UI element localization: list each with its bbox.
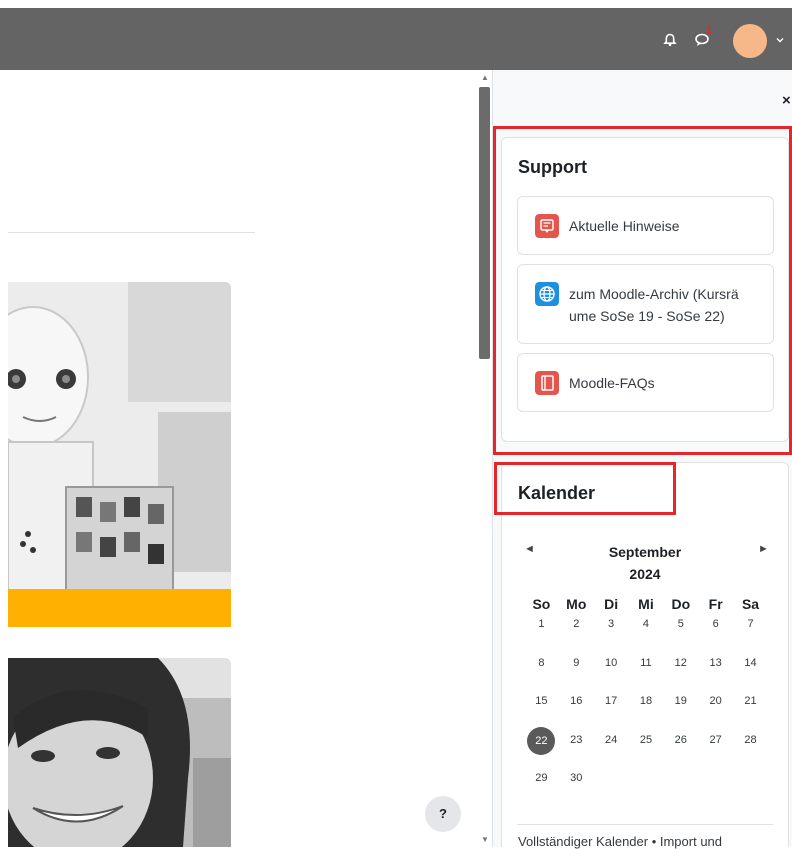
calendar-week-row: 1 2 3 4 5 6 7 [524,614,768,653]
highlight-box-support [493,126,792,455]
calendar-week-row: 29 30 [524,768,768,807]
scrollbar-thumb[interactable] [479,87,490,359]
browser-top-strip [0,0,792,8]
calendar-day[interactable]: 13 [698,653,733,692]
weekday-header: Di [604,596,619,612]
calendar-day[interactable]: 3 [594,614,629,653]
notification-count-badge: 1 [706,25,712,36]
weekday-header: Mi [638,596,654,612]
calendar-day[interactable]: 25 [629,730,664,769]
calendar-day[interactable]: 29 [524,768,559,807]
chevron-down-icon[interactable] [776,36,784,44]
bell-icon[interactable] [663,33,677,47]
calendar-day[interactable]: 12 [663,653,698,692]
calendar-day[interactable]: 10 [594,653,629,692]
weekday-header: Sa [741,596,760,612]
weekday-header-row: So Mo Di Mi Do Fr Sa [524,594,768,614]
calendar-day[interactable]: 16 [559,691,594,730]
calendar-day [733,768,768,807]
calendar-day[interactable]: 23 [559,730,594,769]
weekday-header: Do [671,596,691,612]
today-marker[interactable]: 22 [527,726,556,755]
next-month-arrow-icon[interactable]: ► [758,543,769,555]
calendar-month-year[interactable]: September 2024 [570,541,720,585]
calendar-day[interactable]: 28 [733,730,768,769]
calendar-footer-divider [517,824,773,825]
calendar-year: 2024 [629,566,661,582]
course-card-color-band [8,589,231,627]
calendar-day[interactable]: 30 [559,768,594,807]
calendar-day [594,768,629,807]
scroll-up-arrow-icon[interactable]: ▲ [481,73,489,82]
calendar-day[interactable]: 5 [663,614,698,653]
calendar-day[interactable]: 24 [594,730,629,769]
calendar-day [663,768,698,807]
student-photo [8,658,231,847]
calendar-day[interactable]: 20 [698,691,733,730]
calendar-day[interactable]: 14 [733,653,768,692]
calendar-day [698,768,733,807]
calendar-day[interactable]: 26 [663,730,698,769]
scroll-down-arrow-icon[interactable]: ▼ [481,835,489,844]
calendar-day[interactable]: 4 [629,614,664,653]
calendar-day[interactable]: 15 [524,691,559,730]
calendar-day-today[interactable]: 22 [524,726,559,769]
highlight-box-calendar-title [494,462,676,515]
weekday-header: Fr [708,596,723,612]
calendar-day[interactable]: 9 [559,653,594,692]
calendar-day[interactable]: 6 [698,614,733,653]
close-drawer-icon[interactable]: × [782,92,791,109]
calendar-day[interactable]: 11 [629,653,664,692]
calendar-day[interactable]: 2 [559,614,594,653]
user-avatar[interactable] [733,24,767,58]
calendar-day[interactable]: 8 [524,653,559,692]
calendar-day[interactable]: 18 [629,691,664,730]
calendar-day[interactable]: 7 [733,614,768,653]
weekday-header: So [532,596,551,612]
weekday-header: Mo [566,596,587,612]
calendar-month: September [608,544,682,560]
calendar-week-row: 15 16 17 18 19 20 21 [524,691,768,730]
calendar-day [629,768,664,807]
section-divider [8,232,255,233]
calendar-day[interactable]: 19 [663,691,698,730]
course-card-image-student[interactable] [8,658,231,847]
calendar-week-row: 8 9 10 11 12 13 14 [524,653,768,692]
calendar-grid: So Mo Di Mi Do Fr Sa 1 2 3 4 5 6 7 8 9 1… [524,594,768,807]
robot-photo [8,282,231,627]
calendar-day[interactable]: 21 [733,691,768,730]
course-card-image-robot[interactable] [8,282,231,627]
calendar-day[interactable]: 27 [698,730,733,769]
previous-month-arrow-icon[interactable]: ◄ [524,543,535,555]
help-button[interactable]: ? [425,796,461,832]
calendar-week-row: 22 23 24 25 26 27 28 [524,726,768,769]
calendar-day[interactable]: 17 [594,691,629,730]
calendar-day[interactable]: 1 [524,614,559,653]
